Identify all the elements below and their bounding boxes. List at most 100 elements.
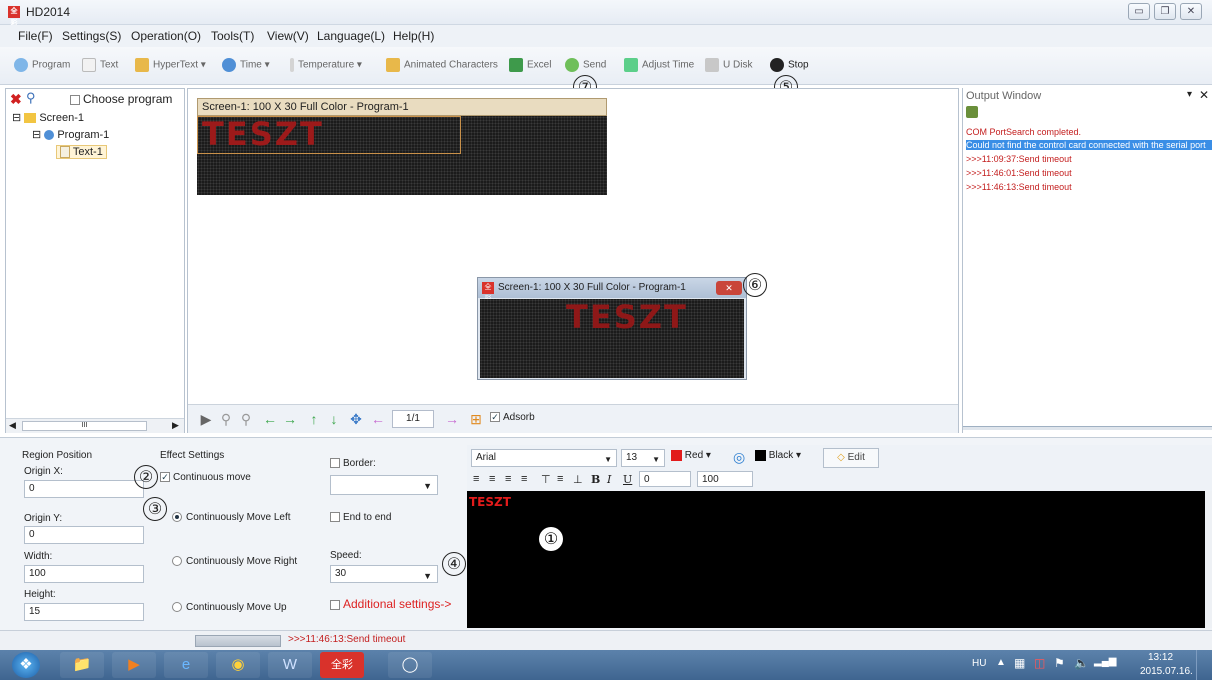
- move-icon[interactable]: ✥: [348, 411, 364, 427]
- move-up-radio-dot[interactable]: [172, 602, 182, 613]
- choose-program-checkbox[interactable]: Choose program: [70, 92, 172, 106]
- restore-button[interactable]: ❐: [1154, 3, 1176, 20]
- underline-button[interactable]: U: [623, 473, 632, 486]
- menu-file[interactable]: File(F): [18, 29, 53, 43]
- close-output-icon[interactable]: ✕: [1199, 88, 1209, 102]
- speed-select[interactable]: 30 ▼: [330, 565, 438, 583]
- volume-icon[interactable]: 🔈: [1074, 656, 1089, 670]
- menu-tools[interactable]: Tools(T): [211, 29, 254, 43]
- origin-y-input[interactable]: 0: [24, 526, 144, 544]
- text-region[interactable]: TESZT: [197, 116, 461, 154]
- align-left-icon[interactable]: ≡: [473, 473, 479, 485]
- tray-app-icon[interactable]: ▦: [1014, 656, 1025, 670]
- clock-time[interactable]: 13:12: [1148, 652, 1173, 663]
- menu-settings[interactable]: Settings(S): [62, 29, 121, 43]
- play-icon[interactable]: ▶: [198, 411, 214, 427]
- move-left-radio[interactable]: Continuously Move Left: [172, 512, 291, 523]
- signal-icon[interactable]: ▂▄▆: [1094, 656, 1116, 667]
- menu-language[interactable]: Language(L): [317, 29, 385, 43]
- menu-view[interactable]: View(V): [267, 29, 309, 43]
- justify-icon[interactable]: ≡: [521, 473, 527, 485]
- valign-bottom-icon[interactable]: ⊥: [573, 473, 583, 486]
- arrow-up-icon[interactable]: ↑: [306, 411, 322, 427]
- align-right-icon[interactable]: ≡: [505, 473, 511, 485]
- move-right-radio-dot[interactable]: [172, 556, 182, 567]
- tree-node-screen[interactable]: ⊟ Screen-1: [12, 111, 84, 124]
- border-check[interactable]: [330, 458, 340, 469]
- preview-popup[interactable]: 全彩 Screen-1: 100 X 30 Full Color - Progr…: [477, 277, 747, 380]
- send-button[interactable]: Send: [565, 58, 606, 74]
- network-icon[interactable]: ◫: [1034, 656, 1045, 670]
- hypertext-button[interactable]: HyperText ▾: [135, 58, 206, 74]
- scroll-right-icon[interactable]: ▶: [172, 420, 179, 431]
- align-center-icon[interactable]: ≡: [489, 473, 495, 485]
- continuous-move-check[interactable]: ✓: [160, 472, 170, 483]
- font-select[interactable]: Arial ▼: [471, 449, 617, 467]
- end-to-end-checkbox[interactable]: End to end: [330, 512, 391, 523]
- udisk-button[interactable]: U Disk: [705, 58, 752, 74]
- chrome-icon[interactable]: ◉: [216, 652, 260, 678]
- background-color-select[interactable]: Black ▾: [755, 450, 819, 466]
- temperature-button[interactable]: Temperature ▾: [290, 58, 362, 74]
- previous-page-icon[interactable]: ←: [370, 411, 386, 427]
- move-left-radio-dot[interactable]: [172, 512, 182, 523]
- arrow-right-icon[interactable]: →: [282, 411, 298, 427]
- additional-settings-check[interactable]: [330, 599, 340, 610]
- arrow-left-icon[interactable]: ←: [262, 411, 278, 427]
- media-player-icon[interactable]: ▶: [112, 652, 156, 678]
- bold-button[interactable]: B: [591, 473, 600, 486]
- origin-x-input[interactable]: 0: [24, 480, 144, 498]
- text-button[interactable]: Text: [82, 58, 118, 74]
- time-button[interactable]: Time ▾: [222, 58, 270, 74]
- edit-button[interactable]: ◇ Edit: [823, 448, 879, 468]
- browser-icon[interactable]: ◎: [733, 449, 745, 466]
- animated-characters-button[interactable]: Animated Characters: [386, 58, 498, 74]
- minimize-button[interactable]: ▭: [1128, 3, 1150, 20]
- editor-content[interactable]: TESZT: [469, 495, 511, 509]
- valign-middle-icon[interactable]: ≡: [557, 473, 563, 485]
- zoom-out-icon[interactable]: ⚲: [238, 411, 254, 427]
- delete-icon[interactable]: ✖: [10, 91, 22, 108]
- height-input[interactable]: 15: [24, 603, 144, 621]
- action-center-icon[interactable]: ⚑: [1054, 656, 1065, 670]
- pin-icon[interactable]: ▾: [1187, 89, 1192, 100]
- excel-button[interactable]: Excel: [509, 58, 551, 74]
- menu-help[interactable]: Help(H): [393, 29, 434, 43]
- scroll-left-icon[interactable]: ◀: [9, 420, 16, 431]
- italic-button[interactable]: I: [607, 473, 611, 486]
- choose-program-check[interactable]: [70, 94, 80, 105]
- additional-settings-link[interactable]: Additional settings->: [330, 597, 451, 611]
- hd2014-taskbar-icon[interactable]: 全彩: [320, 652, 364, 678]
- start-button[interactable]: ❖: [12, 652, 40, 678]
- arrow-down-icon[interactable]: ↓: [326, 411, 342, 427]
- adjust-time-button[interactable]: Adjust Time: [624, 58, 694, 74]
- grid-icon[interactable]: ⊞: [468, 411, 484, 427]
- text-editor[interactable]: TESZT ①: [467, 491, 1205, 628]
- search-app-icon[interactable]: ◯: [388, 652, 432, 678]
- clear-output-icon[interactable]: [966, 106, 978, 118]
- move-right-radio[interactable]: Continuously Move Right: [172, 556, 297, 567]
- menu-operation[interactable]: Operation(O): [131, 29, 201, 43]
- spacing-stepper[interactable]: 0: [639, 471, 691, 487]
- language-indicator[interactable]: HU: [972, 658, 986, 669]
- border-select[interactable]: ▼: [330, 475, 438, 495]
- output-horizontal-scrollbar[interactable]: [963, 426, 1212, 430]
- valign-top-icon[interactable]: ⊤: [541, 473, 551, 486]
- show-desktop-button[interactable]: [1196, 650, 1212, 680]
- continuous-move-checkbox[interactable]: ✓ Continuous move: [160, 472, 251, 483]
- move-up-radio[interactable]: Continuously Move Up: [172, 602, 287, 613]
- scroll-thumb[interactable]: III: [22, 421, 147, 431]
- editor-vertical-scrollbar[interactable]: [1205, 491, 1212, 628]
- search-icon[interactable]: ⚲: [26, 90, 36, 106]
- ie-browser-icon[interactable]: e: [164, 652, 208, 678]
- scale-stepper[interactable]: 100: [697, 471, 753, 487]
- text-color-select[interactable]: Red ▾: [671, 450, 727, 466]
- tree-horizontal-scrollbar[interactable]: ◀ III ▶: [6, 418, 184, 433]
- end-to-end-check[interactable]: [330, 512, 340, 523]
- width-input[interactable]: 100: [24, 565, 144, 583]
- close-icon[interactable]: ✕: [716, 281, 742, 295]
- word-icon[interactable]: W: [268, 652, 312, 678]
- border-checkbox[interactable]: Border:: [330, 458, 376, 469]
- close-window-button[interactable]: ✕: [1180, 3, 1202, 20]
- adsorb-check[interactable]: ✓: [490, 412, 500, 423]
